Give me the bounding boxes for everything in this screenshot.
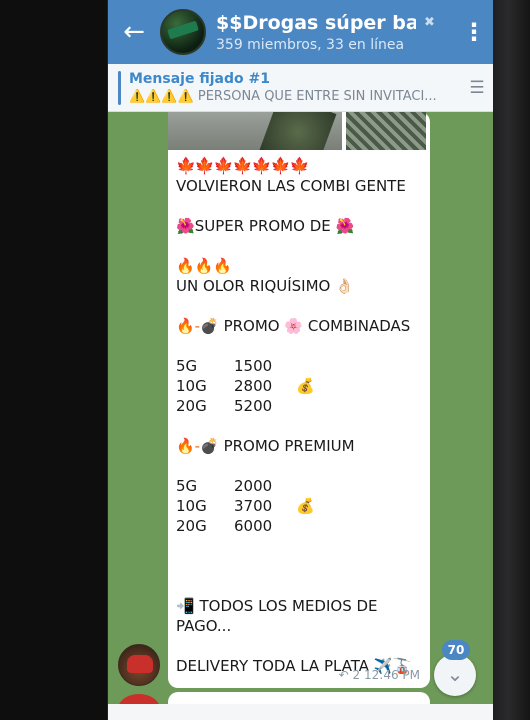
fire-bomb-emoji: 🔥-💣 [176, 437, 219, 455]
fire-bomb-emoji: 🔥-💣 [176, 317, 219, 335]
phone-emoji: 📲 [176, 597, 195, 615]
dots-vertical-icon: ⋮ [462, 18, 486, 46]
message-line: PROMO PREMIUM [223, 437, 355, 455]
photo-thumbnail[interactable] [346, 112, 426, 150]
message-line: TODOS LOS MEDIOS DE [199, 597, 378, 615]
pinned-text: ⚠️⚠️⚠️⚠️ PERSONA QUE ENTRE SIN INVITACI.… [129, 89, 437, 104]
message-text: 🍁🍁🍁🍁🍁🍁🍁 VOLVIERON LAS COMBI GENTE 🌺SUPER… [176, 156, 426, 676]
message-meta: ↶ 2 12:46 PM [339, 668, 420, 682]
chat-screen: ← $$Drogas súper barat... ✖ 359 miembros… [107, 0, 493, 720]
price-qty: 10G [176, 377, 207, 395]
menu-button[interactable]: ⋮ [454, 0, 493, 64]
price-qty: 20G [176, 517, 207, 535]
price-row: 20G 6000 [176, 516, 426, 536]
price-qty: 5G [176, 357, 198, 375]
unread-badge: 70 [442, 640, 470, 660]
message-line: UN OLOR RIQUÍSIMO [176, 277, 331, 295]
price-value: 2000 [234, 477, 273, 495]
price-value: 6000 [234, 517, 273, 535]
flower-emoji: 🌺 [335, 217, 355, 235]
message-line: COMBINADAS [307, 317, 411, 335]
chat-title: $$Drogas súper barat... [216, 11, 416, 34]
sender-avatar[interactable] [118, 644, 160, 686]
price-qty: 20G [176, 397, 207, 415]
price-row: 5G 2000 [176, 476, 426, 496]
pinned-list-icon[interactable]: ☰ [460, 78, 493, 98]
chat-title-block[interactable]: $$Drogas súper barat... ✖ 359 miembros, … [216, 12, 454, 53]
leaves-emoji: 🍁🍁🍁🍁🍁🍁🍁 [176, 156, 309, 175]
scroll-down-button[interactable]: ⌄ [434, 654, 476, 696]
price-qty: 10G [176, 497, 207, 515]
pinned-message-bar[interactable]: Mensaje fijado #1 ⚠️⚠️⚠️⚠️ PERSONA QUE E… [108, 64, 493, 112]
reply-icon: ↶ [338, 668, 349, 682]
price-row: 20G 5200 [176, 396, 426, 416]
price-row: 5G 1500 [176, 356, 426, 376]
price-qty: 5G [176, 477, 198, 495]
money-emoji [296, 516, 326, 536]
reply-count: 2 [352, 668, 361, 682]
arrow-left-icon: ← [123, 17, 145, 47]
chevron-down-icon: ⌄ [446, 662, 464, 686]
group-avatar[interactable] [160, 9, 206, 55]
message-line: PAGO... [176, 617, 232, 635]
back-button[interactable]: ← [108, 0, 160, 64]
money-emoji [296, 396, 326, 416]
sakura-emoji: 🌸 [284, 317, 304, 335]
message-bubble[interactable]: 🍁🍁🍁🍁🍁🍁🍁 VOLVIERON LAS COMBI GENTE 🌺SUPER… [168, 112, 430, 688]
fire-emoji: 🔥🔥🔥 [176, 257, 233, 275]
photo-thumbnail[interactable] [168, 112, 342, 150]
pin-accent-bar [118, 70, 121, 105]
price-value: 2800 [234, 377, 273, 395]
price-row: 10G 2800 💰 [176, 376, 426, 396]
money-emoji: 💰 [296, 497, 315, 515]
message-time: 12:46 PM [364, 668, 420, 682]
input-bar[interactable] [108, 704, 493, 720]
money-emoji [296, 356, 326, 376]
price-value: 1500 [234, 357, 273, 375]
chat-header: ← $$Drogas súper barat... ✖ 359 miembros… [108, 0, 493, 64]
money-emoji [296, 476, 326, 496]
message-line: SUPER PROMO DE [194, 217, 331, 235]
message-line: PROMO [223, 317, 280, 335]
message-line: VOLVIERON LAS COMBI GENTE [176, 177, 406, 195]
ok-hand-emoji: 👌🏻 [335, 277, 354, 295]
mute-icon: ✖ [424, 15, 435, 30]
price-value: 3700 [234, 497, 273, 515]
price-row: 10G 3700 💰 [176, 496, 426, 516]
photo-album[interactable] [168, 112, 430, 150]
flower-emoji: 🌺 [176, 217, 195, 235]
money-emoji: 💰 [296, 377, 315, 395]
price-value: 5200 [234, 397, 273, 415]
pinned-title: Mensaje fijado #1 [129, 71, 270, 87]
member-count: 359 miembros, 33 en línea [216, 36, 405, 53]
